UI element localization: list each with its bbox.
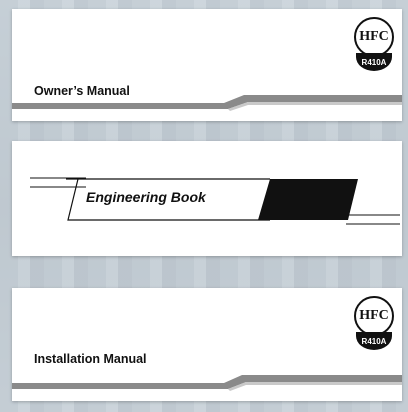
engineering-book-card[interactable]: Engineering Book [12,141,402,256]
installation-manual-card[interactable]: Installation Manual HFC R410A [12,288,402,401]
owners-manual-stripe [12,95,402,111]
engineering-book-graphic [30,177,400,225]
owners-manual-card[interactable]: Owner’s Manual HFC R410A [12,9,402,121]
engineering-book-title: Engineering Book [86,189,206,205]
installation-manual-stripe [12,375,402,391]
